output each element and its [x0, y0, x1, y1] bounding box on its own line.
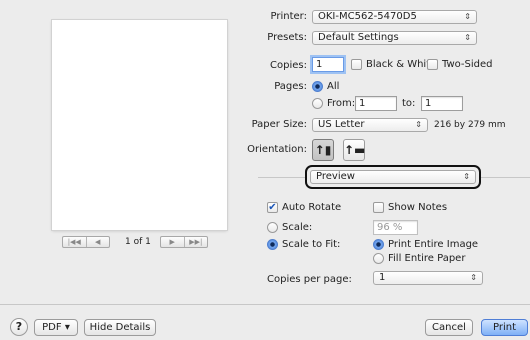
popup-arrows-icon: ⇕: [464, 33, 471, 42]
separator-left: [258, 177, 305, 178]
popup-arrows-icon: ⇕: [415, 120, 422, 129]
paper-size-popup[interactable]: US Letter ⇕: [312, 118, 428, 132]
orientation-portrait-button[interactable]: ↑▮: [312, 139, 334, 161]
separator-right: [481, 177, 530, 178]
two-sided-checkbox[interactable]: [427, 59, 438, 70]
pages-from-radio[interactable]: [312, 98, 323, 109]
copies-label: Copies:: [270, 60, 307, 71]
printer-value: OKI-MC562-5470D5: [318, 11, 417, 22]
black-white-label: Black & White: [366, 59, 437, 70]
show-notes-checkbox[interactable]: [373, 202, 384, 213]
checkmark-icon: ✔: [268, 202, 277, 213]
portrait-icon: ↑▮: [314, 143, 332, 157]
page-indicator: 1 of 1: [125, 237, 151, 247]
popup-arrows-icon: ⇕: [463, 172, 470, 181]
presets-popup[interactable]: Default Settings ⇕: [312, 31, 477, 45]
printer-label: Printer:: [270, 11, 307, 22]
hide-details-button[interactable]: Hide Details: [84, 319, 156, 336]
paper-size-label: Paper Size:: [251, 119, 307, 130]
copies-per-page-value: 1: [379, 272, 386, 283]
first-page-button[interactable]: |◀◀: [63, 237, 86, 247]
pdf-menu-button[interactable]: PDF ▾: [34, 319, 78, 336]
copies-per-page-label: Copies per page:: [267, 274, 352, 285]
orientation-label: Orientation:: [247, 144, 307, 155]
fill-entire-paper-radio[interactable]: [373, 253, 384, 264]
print-entire-image-label: Print Entire Image: [388, 239, 479, 250]
scale-label: Scale:: [282, 222, 313, 233]
print-entire-image-radio[interactable]: [373, 239, 384, 250]
scale-radio[interactable]: [267, 222, 278, 233]
fill-entire-paper-label: Fill Entire Paper: [388, 253, 466, 264]
pages-from-input[interactable]: 1: [355, 96, 397, 111]
pages-to-label: to:: [402, 98, 416, 109]
pages-all-label: All: [327, 81, 340, 92]
copies-input[interactable]: 1: [312, 57, 344, 72]
scale-to-fit-radio[interactable]: [267, 239, 278, 250]
pages-all-radio[interactable]: [312, 81, 323, 92]
bottom-separator: [0, 304, 530, 305]
auto-rotate-label: Auto Rotate: [282, 202, 342, 213]
presets-label: Presets:: [267, 32, 307, 43]
page-nav-forward: ▶ ▶▶|: [160, 236, 208, 248]
printer-popup[interactable]: OKI-MC562-5470D5 ⇕: [312, 10, 477, 24]
pages-label: Pages:: [274, 81, 307, 92]
auto-rotate-checkbox[interactable]: ✔: [267, 202, 278, 213]
show-notes-label: Show Notes: [388, 202, 448, 213]
orientation-landscape-button[interactable]: ↑▬: [343, 139, 365, 161]
paper-dimensions: 216 by 279 mm: [434, 120, 506, 130]
pages-to-input[interactable]: 1: [421, 96, 463, 111]
two-sided-label: Two-Sided: [442, 59, 493, 70]
scale-input[interactable]: 96 %: [373, 220, 418, 235]
next-page-button[interactable]: ▶: [161, 237, 184, 247]
page-preview: [52, 20, 227, 230]
page-nav-back: |◀◀ ◀: [62, 236, 110, 248]
popup-arrows-icon: ⇕: [464, 12, 471, 21]
black-white-checkbox[interactable]: [351, 59, 362, 70]
paper-size-value: US Letter: [318, 119, 365, 130]
print-button[interactable]: Print: [481, 319, 528, 336]
last-page-button[interactable]: ▶▶|: [183, 237, 208, 247]
cancel-button[interactable]: Cancel: [425, 319, 473, 336]
section-popup[interactable]: Preview ⇕: [310, 170, 476, 184]
help-button[interactable]: ?: [10, 318, 28, 336]
popup-arrows-icon: ⇕: [470, 273, 477, 282]
copies-per-page-popup[interactable]: 1 ⇕: [373, 271, 483, 285]
section-value: Preview: [316, 171, 355, 182]
presets-value: Default Settings: [318, 32, 399, 43]
landscape-icon: ↑▬: [344, 143, 366, 157]
pages-from-label: From:: [327, 98, 356, 109]
scale-to-fit-label: Scale to Fit:: [282, 239, 341, 250]
previous-page-button[interactable]: ◀: [85, 237, 110, 247]
